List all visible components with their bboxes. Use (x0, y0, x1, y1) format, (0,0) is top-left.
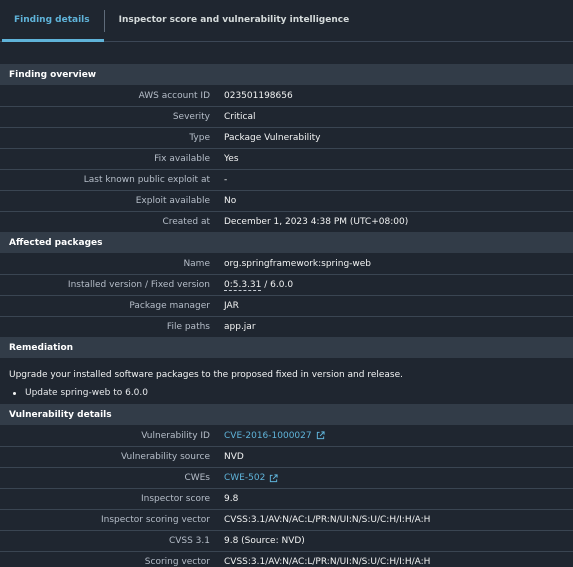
table-row: Installed version / Fixed version 0:5.3.… (0, 274, 573, 295)
table-row: Scoring vector CVSS:3.1/AV:N/AC:L/PR:N/U… (0, 551, 573, 567)
row-value: Package Vulnerability (224, 133, 321, 143)
table-row: Package manager JAR (0, 295, 573, 316)
vulnerability-id-link[interactable]: CVE-2016-1000027 (210, 431, 325, 441)
scoring-vector-value: CVSS:3.1/AV:N/AC:L/PR:N/UI:N/S:U/C:H/I:H… (224, 557, 431, 567)
table-row: Vulnerability ID CVE-2016-1000027 (0, 425, 573, 446)
row-value: December 1, 2023 4:38 PM (UTC+08:00) (224, 217, 409, 227)
row-value: Yes (224, 154, 239, 164)
remediation-list: Update spring-web to 6.0.0 (9, 388, 564, 398)
row-label: Name (183, 258, 210, 269)
affected-packages-table: Name org.springframework:spring-web Inst… (0, 253, 573, 337)
external-link-icon (270, 473, 278, 482)
row-label: Inspector scoring vector (100, 515, 210, 525)
inspector-vector-value: CVSS:3.1/AV:N/AC:L/PR:N/UI:N/S:U/C:H/I:H… (224, 515, 431, 525)
finding-overview-table: AWS account ID 023501198656 Severity Cri… (0, 85, 573, 232)
external-link-icon (316, 431, 325, 440)
remediation-body: Upgrade your installed software packages… (0, 358, 573, 404)
cvss-value: 9.8 (Source: NVD) (224, 536, 305, 546)
row-label: Installed version / Fixed version (67, 280, 210, 290)
row-value: 023501198656 (224, 90, 293, 101)
table-row: Last known public exploit at - (0, 169, 573, 190)
table-row: Created at December 1, 2023 4:38 PM (UTC… (0, 211, 573, 232)
remediation-bullet-text: Update spring-web to 6.0.0 (25, 388, 148, 398)
row-label: Severity (172, 112, 210, 122)
row-label: Last known public exploit at (83, 175, 210, 185)
row-label: AWS account ID (138, 90, 210, 101)
table-row: File paths app.jar (0, 316, 573, 337)
table-row: AWS account ID 023501198656 (0, 85, 573, 106)
vulnerability-id-text[interactable]: CVE-2016-1000027 (224, 431, 312, 441)
remediation-header: Remediation (0, 337, 573, 358)
severity-value: Critical (224, 112, 256, 122)
vulnerability-details-table: Vulnerability ID CVE-2016-1000027 Vulner… (0, 425, 573, 567)
fixed-version: 6.0.0 (270, 280, 294, 290)
list-item: Update spring-web to 6.0.0 (9, 388, 564, 398)
remediation-text: Upgrade your installed software packages… (9, 370, 404, 380)
file-paths-value: app.jar (224, 322, 256, 332)
table-row: Exploit available No (0, 190, 573, 211)
row-label: CVSS 3.1 (168, 536, 210, 546)
inspector-score-value: 9.8 (224, 494, 239, 504)
cwe-link[interactable]: CWE-502 (210, 473, 278, 483)
row-label: CWEs (184, 473, 210, 483)
table-row: CVSS 3.1 9.8 (Source: NVD) (0, 530, 573, 551)
version-separator: / (261, 280, 271, 290)
table-row: Name org.springframework:spring-web (0, 253, 573, 274)
row-value: - (224, 175, 228, 185)
finding-overview-header: Finding overview (0, 64, 573, 85)
package-name-value: org.springframework:spring-web (224, 258, 372, 269)
cwe-text[interactable]: CWE-502 (224, 473, 265, 483)
table-row: Vulnerability source NVD (0, 446, 573, 467)
package-manager-value: JAR (224, 301, 239, 311)
vulnerability-source-value: NVD (224, 452, 244, 462)
row-label: File paths (166, 322, 210, 332)
tab-finding-details[interactable]: Finding details (0, 0, 104, 42)
row-label: Package manager (129, 301, 210, 311)
row-label: Exploit available (135, 196, 210, 206)
table-row: Inspector score 9.8 (0, 488, 573, 509)
table-row: CWEs CWE-502 (0, 467, 573, 488)
installed-version[interactable]: 0:5.3.31 (224, 280, 262, 291)
row-label: Inspector score (140, 494, 210, 504)
row-label: Created at (162, 217, 210, 227)
row-label: Vulnerability ID (141, 430, 210, 441)
table-row: Severity Critical (0, 106, 573, 127)
affected-packages-header: Affected packages (0, 232, 573, 253)
table-row: Inspector scoring vector CVSS:3.1/AV:N/A… (0, 509, 573, 530)
row-label: Vulnerability source (120, 452, 210, 462)
table-row: Type Package Vulnerability (0, 127, 573, 148)
table-row: Fix available Yes (0, 148, 573, 169)
row-label: Type (189, 133, 210, 143)
vulnerability-details-header: Vulnerability details (0, 404, 573, 425)
version-value: 0:5.3.31 / 6.0.0 (210, 280, 293, 291)
row-label: Scoring vector (144, 557, 210, 567)
tab-inspector-score[interactable]: Inspector score and vulnerability intell… (105, 0, 364, 41)
row-label: Fix available (154, 154, 210, 164)
row-value: No (224, 196, 237, 206)
tab-bar: Finding details Inspector score and vuln… (0, 0, 573, 42)
